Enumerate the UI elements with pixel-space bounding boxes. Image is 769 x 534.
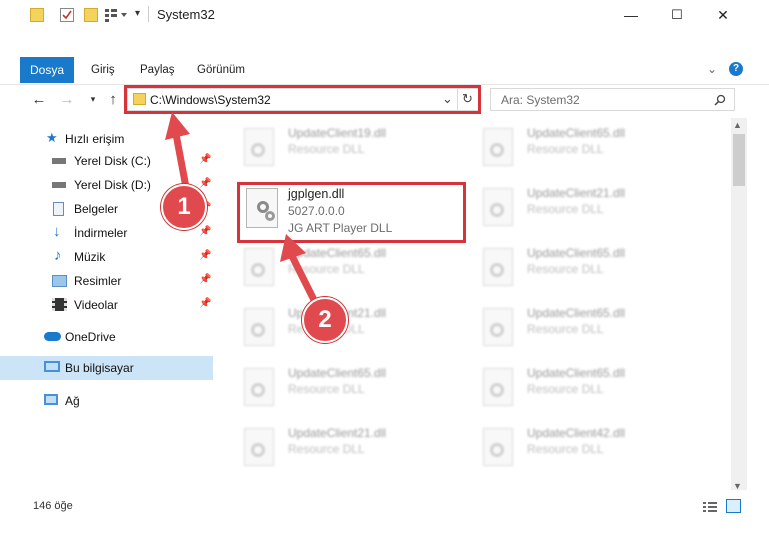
step-badge-2: 2 — [302, 297, 348, 343]
annotation-arrows — [165, 112, 324, 314]
step-badge-1: 1 — [161, 184, 207, 230]
